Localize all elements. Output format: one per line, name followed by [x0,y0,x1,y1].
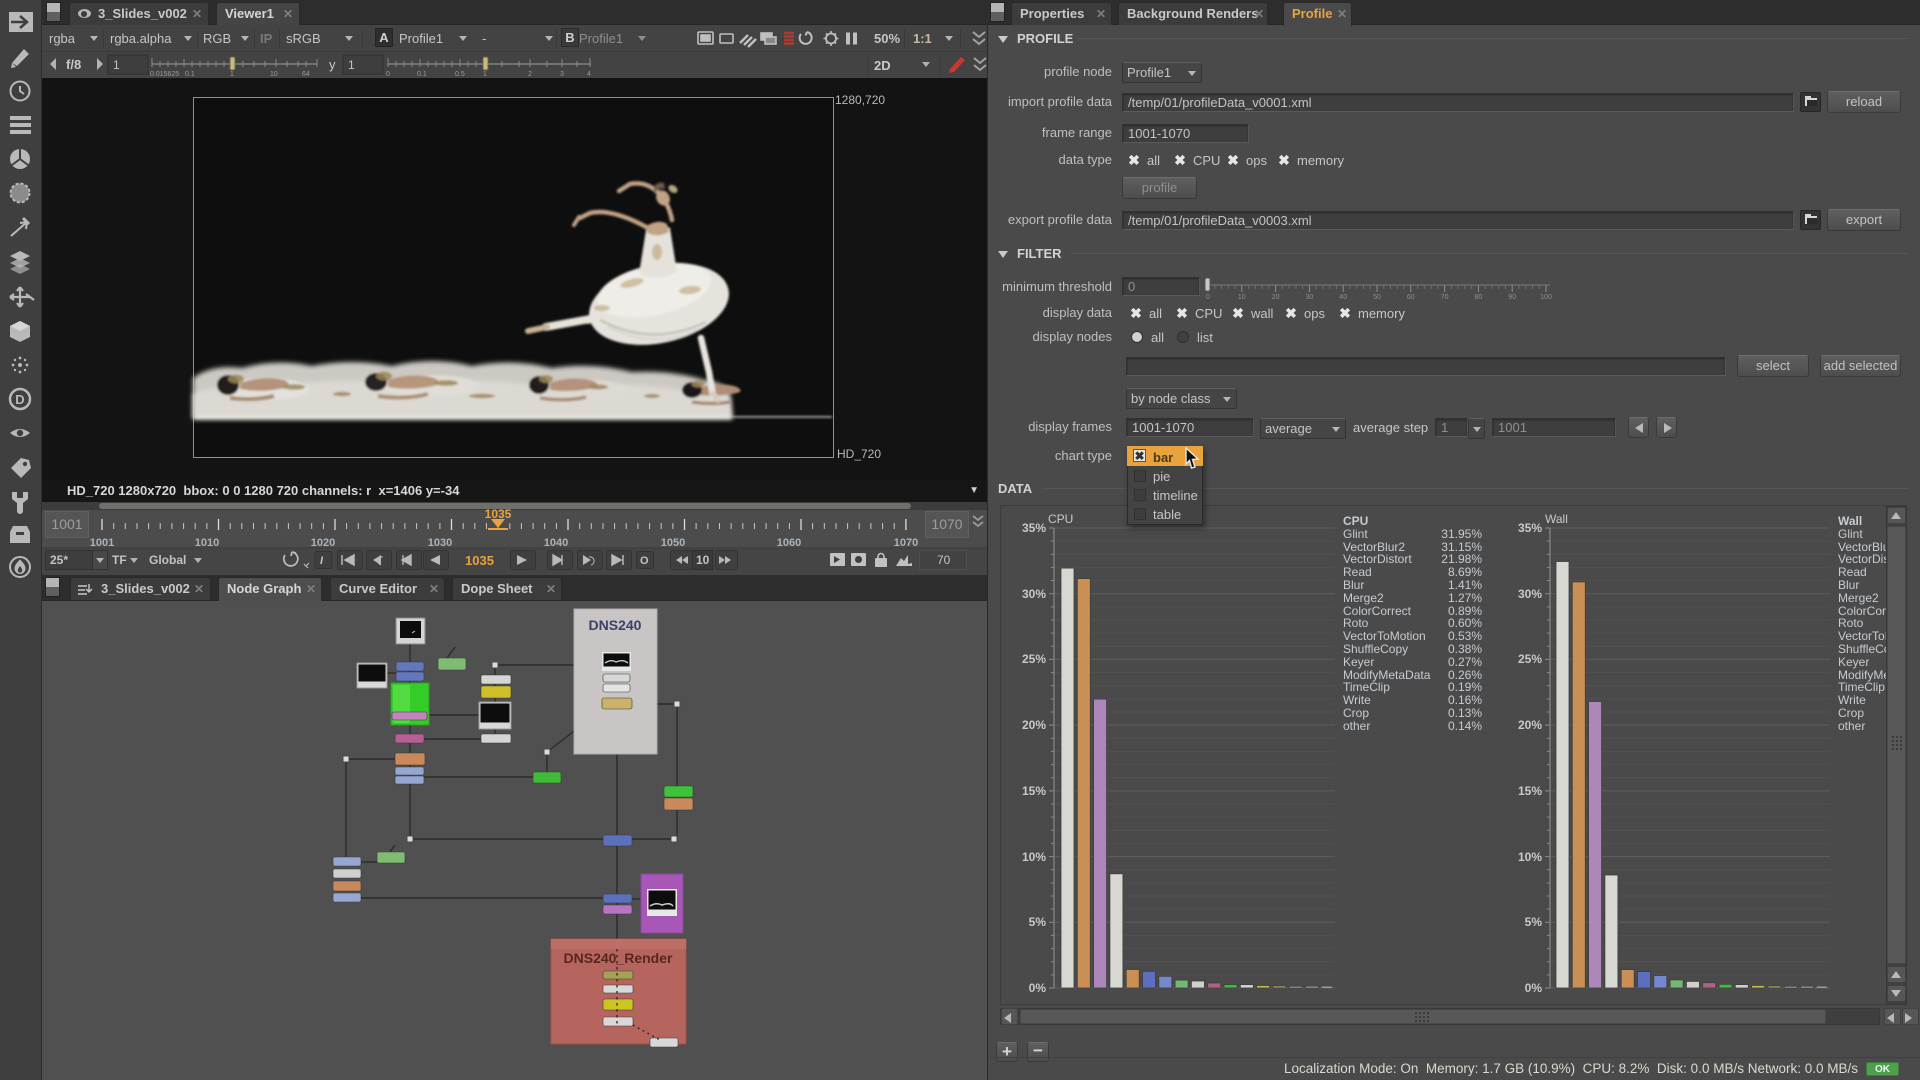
svg-text:90: 90 [1508,294,1516,301]
svg-text:1020: 1020 [311,537,335,549]
svg-text:1: 1 [113,58,120,72]
svg-text:1001: 1001 [90,537,114,549]
svg-text:1070: 1070 [931,516,962,532]
svg-text:0: 0 [386,71,390,78]
svg-text:10: 10 [1238,294,1246,301]
svg-text:35%: 35% [1022,521,1046,535]
svg-text:0%: 0% [1525,981,1543,995]
svg-text:1: 1 [230,71,234,78]
svg-text:2: 2 [528,71,532,78]
svg-text:15%: 15% [1518,784,1542,798]
svg-text:1035: 1035 [485,507,512,521]
svg-text:10: 10 [696,553,710,567]
svg-text:70: 70 [1441,294,1449,301]
svg-text:25%: 25% [1022,652,1046,666]
svg-text:15%: 15% [1022,784,1046,798]
svg-text:1010: 1010 [195,537,219,549]
svg-text:64: 64 [302,71,310,78]
svg-text:1050: 1050 [661,537,685,549]
svg-text:5%: 5% [1525,915,1543,929]
svg-text:20: 20 [1272,294,1280,301]
svg-text:1: 1 [483,71,487,78]
svg-text:1035: 1035 [465,553,494,568]
svg-text:60: 60 [1407,294,1415,301]
svg-text:20%: 20% [1022,718,1046,732]
svg-text:1280,720: 1280,720 [835,93,885,107]
svg-text:0.015625: 0.015625 [150,71,179,78]
svg-text:Global: Global [149,553,186,567]
svg-text:10%: 10% [1518,850,1542,864]
svg-text:1030: 1030 [428,537,452,549]
svg-text:25*: 25* [50,553,68,567]
svg-text:0%: 0% [1029,981,1047,995]
svg-text:O: O [640,555,649,567]
svg-text:30: 30 [1306,294,1314,301]
svg-text:10: 10 [270,71,278,78]
svg-text:0.1: 0.1 [185,71,195,78]
svg-text:f/8: f/8 [66,57,81,72]
svg-text:0.5: 0.5 [455,71,465,78]
svg-text:80: 80 [1475,294,1483,301]
svg-text:3: 3 [560,71,564,78]
svg-text:HD_720: HD_720 [837,447,881,461]
svg-text:D: D [15,392,24,407]
svg-text:10%: 10% [1022,850,1046,864]
svg-text:TF: TF [112,553,127,567]
svg-text:5%: 5% [1029,915,1047,929]
svg-text:y: y [329,57,336,72]
svg-text:CPU: CPU [1048,512,1073,526]
svg-text:0.1: 0.1 [417,71,427,78]
svg-text:40: 40 [1339,294,1347,301]
svg-text:70: 70 [937,553,951,567]
svg-text:0: 0 [1206,294,1210,301]
svg-text:DNS240_Render: DNS240_Render [564,950,673,966]
svg-text:1001: 1001 [51,516,82,532]
svg-text:4: 4 [587,71,591,78]
svg-text:2D: 2D [874,58,891,73]
svg-text:30%: 30% [1022,587,1046,601]
svg-text:1: 1 [348,58,355,72]
svg-text:100: 100 [1540,294,1552,301]
svg-text:1060: 1060 [777,537,801,549]
svg-text:DNS240: DNS240 [589,617,642,633]
svg-text:1070: 1070 [894,537,918,549]
svg-text:1040: 1040 [544,537,568,549]
svg-text:50: 50 [1373,294,1381,301]
svg-text:Wall: Wall [1545,512,1568,526]
